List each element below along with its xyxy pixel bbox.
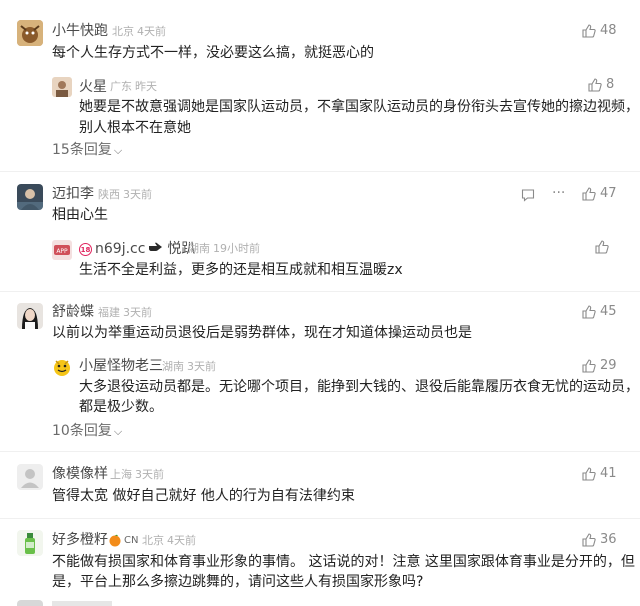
avatar[interactable] xyxy=(17,20,43,46)
comment-6-partial-name xyxy=(52,601,112,606)
more-replies-button[interactable]: 15条回复 ⌵ xyxy=(52,141,122,160)
avatar[interactable] xyxy=(17,184,43,210)
comment-text: 相由心生 xyxy=(52,207,108,223)
comment-text: 管得太宽 做好自己就好 他人的行为自有法律约束 xyxy=(52,488,355,504)
location: 陕西 xyxy=(98,188,120,201)
thumbs-up-icon xyxy=(588,78,602,92)
thumbs-up-icon xyxy=(595,240,609,254)
like-button[interactable]: 47 xyxy=(582,185,617,203)
thumbs-up-icon xyxy=(582,305,596,319)
timestamp: 3天前 xyxy=(135,468,164,481)
username[interactable]: 舒龄蝶 xyxy=(52,303,94,321)
timestamp: 4天前 xyxy=(167,534,196,547)
like-button[interactable] xyxy=(595,240,609,254)
thumbs-up-icon xyxy=(582,533,596,547)
chevron-down-icon: ⌵ xyxy=(113,144,123,157)
username[interactable]: 小牛快跑 xyxy=(52,22,108,40)
timestamp: 19小时前 xyxy=(213,242,260,255)
comment-text: 是，平台上那么多擦边跳舞的，请问这些人有损国家形象吗? xyxy=(52,574,424,590)
avatar[interactable] xyxy=(17,303,43,329)
reply-text: 生活不全是利益，更多的还是相互成就和相互温暖zx xyxy=(79,262,403,278)
timestamp: 4天前 xyxy=(137,25,166,38)
username[interactable]: 火星 xyxy=(79,78,107,96)
chevron-down-icon: ⌵ xyxy=(113,425,123,438)
pointing-hand-icon xyxy=(148,240,164,258)
username[interactable]: 好多橙籽 xyxy=(52,531,108,549)
avatar[interactable] xyxy=(17,530,43,556)
thumbs-up-icon xyxy=(582,187,596,201)
orange-emoji-icon xyxy=(108,532,122,551)
more-options-icon[interactable]: ··· xyxy=(552,184,565,202)
comment-text: 以前以为举重运动员退役后是弱势群体，现在才知道体操运动员也是 xyxy=(52,325,472,341)
username[interactable]: 像模像样 xyxy=(52,465,108,483)
reply-text: 都是极少数。 xyxy=(79,399,163,415)
like-button[interactable]: 29 xyxy=(582,357,617,375)
avatar[interactable] xyxy=(52,357,72,377)
thumbs-up-icon xyxy=(582,359,596,373)
like-button[interactable]: 36 xyxy=(582,531,617,549)
timestamp: 3天前 xyxy=(123,188,152,201)
like-button[interactable]: 45 xyxy=(582,303,617,321)
comment-reply-icon[interactable] xyxy=(521,187,535,206)
like-count: 47 xyxy=(600,186,617,201)
divider xyxy=(0,171,640,172)
reply-text: 大多退役运动员都是。无论哪个项目，能挣到大钱的、退役后能靠履历衣食无忧的运动员， xyxy=(79,379,639,395)
comment-6-partial xyxy=(17,600,43,606)
location: 湖南 xyxy=(162,360,184,373)
divider xyxy=(0,291,640,292)
like-count: 8 xyxy=(606,77,615,92)
age-18-badge-icon: 18 xyxy=(79,242,92,256)
location: 福建 xyxy=(98,306,120,319)
divider xyxy=(0,451,640,452)
username[interactable]: 迈扣李 xyxy=(52,185,94,203)
like-count: 36 xyxy=(600,532,617,547)
comment-text: 不能做有损国家和体育事业形象的事情。 这话说的对！注意 这里国家跟体育事业是分开… xyxy=(52,554,635,570)
thumbs-up-icon xyxy=(582,467,596,481)
location: 上海 xyxy=(110,468,132,481)
like-button[interactable]: 41 xyxy=(582,465,617,483)
comment-text: 每个人生存方式不一样，没必要这么搞，就挺恶心的 xyxy=(52,45,374,61)
timestamp: 昨天 xyxy=(135,80,157,93)
avatar[interactable]: APP xyxy=(52,240,72,260)
more-replies-button[interactable]: 10条回复 ⌵ xyxy=(52,422,122,441)
like-count: 48 xyxy=(600,23,617,38)
location: 广东 xyxy=(110,80,132,93)
location: 北京 xyxy=(112,25,134,38)
username[interactable]: 18 n69j.cc 悦趴 xyxy=(79,240,195,258)
timestamp: 3天前 xyxy=(123,306,152,319)
svg-text:APP: APP xyxy=(56,248,68,255)
avatar[interactable] xyxy=(52,77,72,97)
timestamp: 3天前 xyxy=(187,360,216,373)
avatar[interactable] xyxy=(17,464,43,490)
like-button[interactable]: 48 xyxy=(582,22,617,40)
like-count: 41 xyxy=(600,466,617,481)
location: 北京 xyxy=(142,534,164,547)
reply-text: 别人根本不在意她 xyxy=(79,120,191,136)
country-badge: CN xyxy=(124,535,139,546)
like-count: 45 xyxy=(600,304,617,319)
like-button[interactable]: 8 xyxy=(588,76,614,94)
username[interactable]: 小屋怪物老三 xyxy=(79,357,163,375)
location: 湖南 xyxy=(188,242,210,255)
thumbs-up-icon xyxy=(582,24,596,38)
reply-text: 她要是不故意强调她是国家队运动员，不拿国家队运动员的身份衔头去宣传她的擦边视频， xyxy=(79,99,639,115)
divider xyxy=(0,518,640,519)
like-count: 29 xyxy=(600,358,617,373)
